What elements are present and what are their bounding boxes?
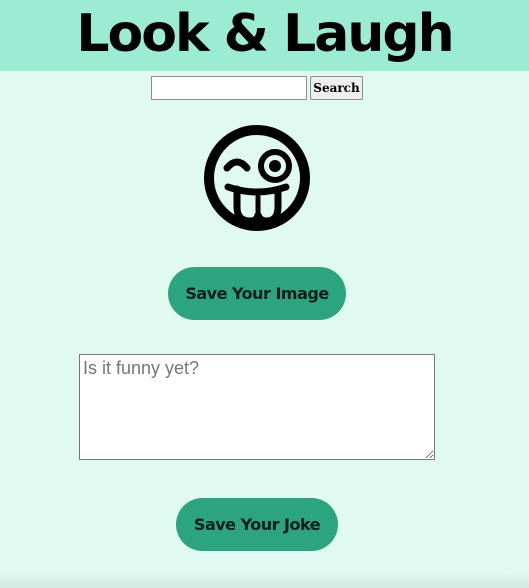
winking-face-with-tongue-icon [202,123,312,233]
search-button[interactable]: Search [310,76,363,100]
save-image-button[interactable]: Save Your Image [168,267,346,320]
search-input[interactable] [151,76,307,100]
joke-textarea[interactable] [79,354,435,460]
bottom-shade [0,572,529,588]
save-joke-button[interactable]: Save Your Joke [176,498,338,551]
page-title: Look & Laugh [76,4,454,64]
